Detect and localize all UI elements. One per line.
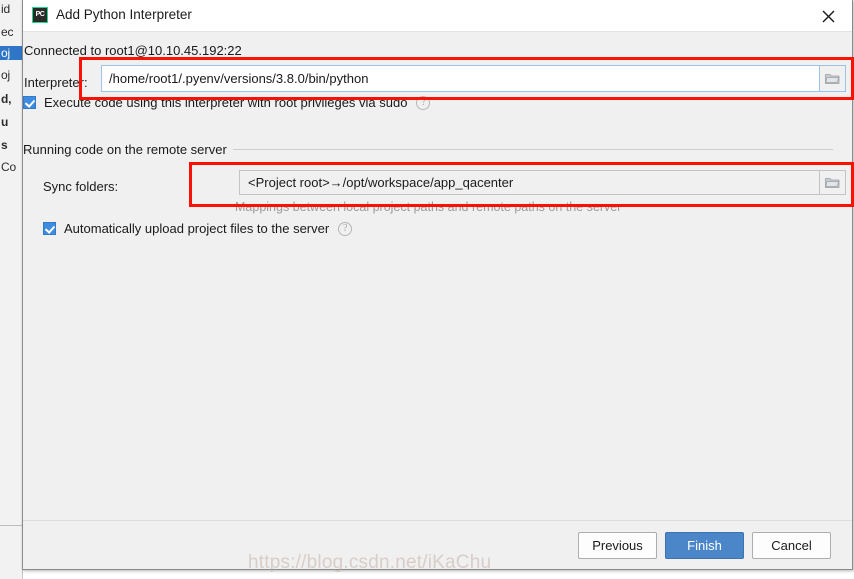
auto-upload-checkbox[interactable] [43,222,56,235]
finish-button[interactable]: Finish [665,532,744,559]
dialog-content: Connected to root1@10.10.45.192:22 Inter… [23,32,854,522]
background-window-strip: id ec oj oj d, u s Co [0,0,23,579]
interpreter-path-value: /home/root1/.pyenv/versions/3.8.0/bin/py… [109,71,369,86]
sync-folders-input[interactable]: <Project root>→/opt/workspace/app_qacent… [239,170,820,195]
auto-upload-checkbox-row[interactable]: Automatically upload project files to th… [43,221,353,236]
sync-folders-browse-folder-icon[interactable] [820,170,846,195]
sudo-checkbox-label: Execute code using this interpreter with… [44,95,408,110]
sudo-checkbox-row[interactable]: Execute code using this interpreter with… [23,95,431,110]
close-glyph [822,10,835,23]
interpreter-path-input[interactable]: /home/root1/.pyenv/versions/3.8.0/bin/py… [101,65,820,92]
cancel-button[interactable]: Cancel [752,532,831,559]
interpreter-browse-folder-icon[interactable] [820,65,846,92]
previous-button[interactable]: Previous [578,532,657,559]
bg-text-fragment: oj [1,68,10,82]
bg-text-fragment: id [1,2,10,16]
bg-text-fragment: u [1,115,9,129]
folder-glyph [825,74,840,84]
close-icon[interactable] [806,0,852,30]
auto-upload-checkbox-label: Automatically upload project files to th… [64,221,330,236]
dialog-title: Add Python Interpreter [56,7,192,22]
interpreter-label: Interpreter: [24,75,88,90]
dialog-button-bar: Previous Finish Cancel [23,520,852,569]
bg-text-fragment: s [1,138,8,152]
sync-folders-label: Sync folders: [43,179,119,194]
dialog-titlebar: PC Add Python Interpreter [23,0,852,32]
sudo-help-icon[interactable]: ? [416,95,431,110]
connection-status-text: Connected to root1@10.10.45.192:22 [24,43,242,58]
add-python-interpreter-dialog: PC Add Python Interpreter Connected to r… [22,0,854,570]
sync-folders-hint: Mappings between local project paths and… [235,200,622,214]
bg-divider [0,525,22,526]
folder-glyph [825,178,840,188]
pycharm-icon: PC [32,7,48,23]
bg-text-fragment: d, [1,92,12,106]
sync-folders-value: <Project root>→/opt/workspace/app_qacent… [248,175,514,190]
bg-text-fragment: ec [1,25,14,39]
bg-text-fragment: Co [1,160,16,174]
sudo-checkbox[interactable] [23,96,36,109]
bg-text-fragment-selected: oj [0,46,22,60]
auto-upload-help-icon[interactable]: ? [338,221,353,236]
remote-server-group-label: Running code on the remote server [23,142,233,157]
